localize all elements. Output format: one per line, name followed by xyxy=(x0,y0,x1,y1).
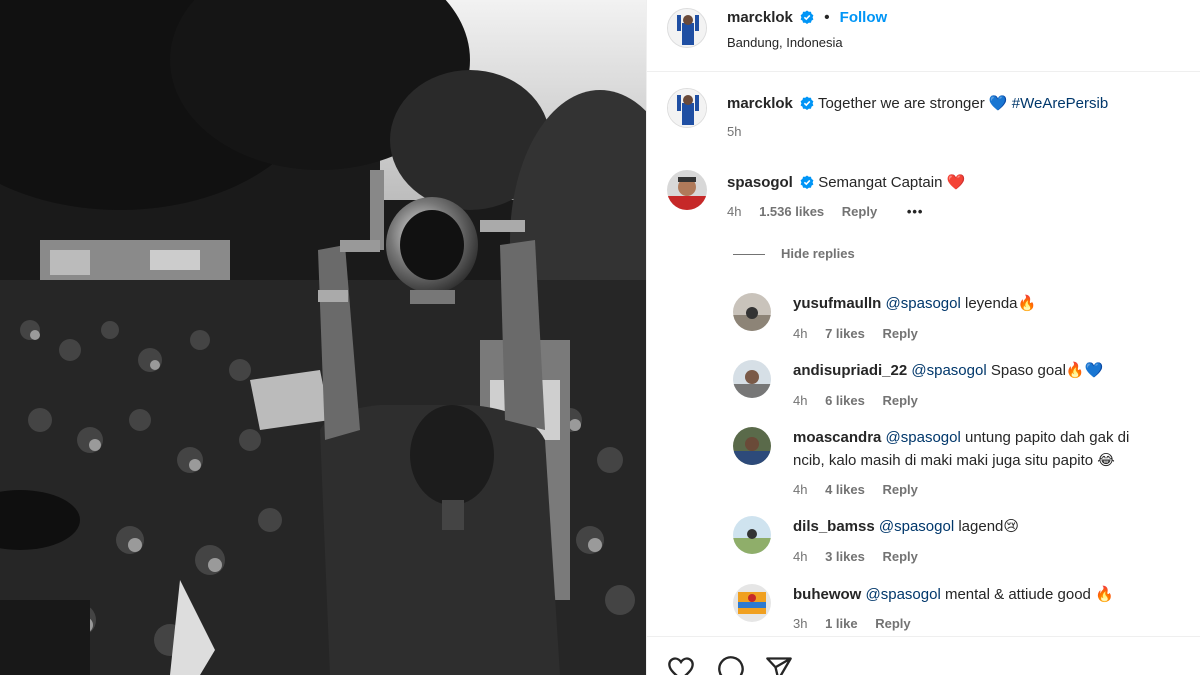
reply-mention[interactable]: @spasogol xyxy=(911,362,986,379)
reply-avatar[interactable] xyxy=(733,516,771,554)
caption-avatar-image xyxy=(668,89,706,127)
comment-username[interactable]: spasogol xyxy=(727,174,793,191)
comment-meta: 4h 1.536 likes Reply ••• xyxy=(727,204,937,219)
reply-time[interactable]: 4h xyxy=(793,549,807,564)
reply-text: mental & attiude good 🔥 xyxy=(944,586,1114,603)
comment-icon[interactable] xyxy=(717,655,745,675)
comment-more-options-button[interactable]: ••• xyxy=(907,204,924,219)
separator-dot: • xyxy=(824,9,830,26)
reply-likes[interactable]: 1 like xyxy=(825,616,858,631)
hide-replies-button[interactable]: Hide replies xyxy=(733,246,855,261)
reply-avatar[interactable] xyxy=(733,293,771,331)
reply-meta: 4h 3 likes Reply xyxy=(793,549,932,564)
follow-button[interactable]: Follow xyxy=(840,9,888,26)
reply-time[interactable]: 4h xyxy=(793,482,807,497)
post-caption: marcklok Together we are stronger 💙 #WeA… xyxy=(727,94,1108,114)
verified-badge-icon xyxy=(800,175,814,189)
reply: andisupriadi_22 @spasogol Spaso goal🔥💙 xyxy=(793,361,1103,381)
comment-reply-button[interactable]: Reply xyxy=(842,204,877,219)
replies-divider-bar xyxy=(733,254,765,256)
caption-author-avatar[interactable] xyxy=(667,88,707,128)
reply-mention[interactable]: @spasogol xyxy=(879,518,954,535)
reply-text: untung papito dah gak di xyxy=(965,429,1130,446)
post-header: marcklok • Follow Bandung, Indonesia xyxy=(647,0,1200,72)
comment-avatar-image xyxy=(667,170,707,210)
reply-meta: 4h 7 likes Reply xyxy=(793,326,932,341)
reply-reply-button[interactable]: Reply xyxy=(882,326,917,341)
reply-mention[interactable]: @spasogol xyxy=(866,586,941,603)
reply-text: lagend😢 xyxy=(958,518,1020,535)
reply-avatar[interactable] xyxy=(733,427,771,465)
reply-username[interactable]: dils_bamss xyxy=(793,518,875,535)
reply-avatar[interactable] xyxy=(733,360,771,398)
reply-text: Spaso goal🔥💙 xyxy=(990,362,1104,379)
post-side-panel: marcklok • Follow Bandung, Indonesia mar… xyxy=(646,0,1200,675)
author-avatar-image xyxy=(668,9,706,47)
reply-avatar-image xyxy=(733,293,771,331)
author-username[interactable]: marcklok xyxy=(727,9,793,26)
reply-likes[interactable]: 7 likes xyxy=(825,326,865,341)
reply: yusufmaulln @spasogol leyenda🔥 xyxy=(793,294,1036,314)
reply-reply-button[interactable]: Reply xyxy=(882,482,917,497)
post-location[interactable]: Bandung, Indonesia xyxy=(727,35,843,50)
reply-avatar-image xyxy=(733,427,771,465)
reply-username[interactable]: moascandra xyxy=(793,429,881,446)
reply-mention[interactable]: @spasogol xyxy=(886,429,961,446)
reply-reply-button[interactable]: Reply xyxy=(882,393,917,408)
comment-time[interactable]: 4h xyxy=(727,204,741,219)
heart-icon[interactable] xyxy=(667,655,695,675)
hide-replies-label: Hide replies xyxy=(781,246,855,261)
reply-meta: 4h 4 likes Reply xyxy=(793,482,932,497)
comment-text: Semangat Captain xyxy=(818,174,943,191)
caption-hashtag[interactable]: #WeArePersib xyxy=(1012,95,1108,112)
reply-avatar-image xyxy=(733,584,771,622)
reply-meta: 4h 6 likes Reply xyxy=(793,393,932,408)
comment-emoji: ❤️ xyxy=(946,174,966,191)
reply-time[interactable]: 4h xyxy=(793,393,807,408)
reply-text-continued: ncib, kalo masih di maki maki juga situ … xyxy=(793,451,1115,471)
reply-avatar[interactable] xyxy=(733,584,771,622)
reply-meta: 3h 1 like Reply xyxy=(793,616,925,631)
post-photo-image xyxy=(0,0,646,675)
comment-likes[interactable]: 1.536 likes xyxy=(759,204,824,219)
post-actions-bar xyxy=(647,636,1200,675)
verified-badge-icon xyxy=(800,96,814,110)
reply-avatar-image xyxy=(733,516,771,554)
reply-likes[interactable]: 3 likes xyxy=(825,549,865,564)
reply-likes[interactable]: 6 likes xyxy=(825,393,865,408)
reply-time[interactable]: 4h xyxy=(793,326,807,341)
reply: moascandra @spasogol untung papito dah g… xyxy=(793,428,1129,448)
reply: buhewow @spasogol mental & attiude good … xyxy=(793,585,1114,605)
author-line: marcklok • Follow xyxy=(727,9,887,26)
post-photo[interactable] xyxy=(0,0,646,675)
comment-avatar[interactable] xyxy=(667,170,707,210)
share-icon[interactable] xyxy=(765,655,793,675)
caption-meta: 5h xyxy=(727,124,755,139)
caption-emoji: 💙 xyxy=(988,95,1008,112)
caption-text: Together we are stronger xyxy=(817,95,985,112)
reply-text-line-2: ncib, kalo masih di maki maki juga situ … xyxy=(793,452,1115,469)
reply-time[interactable]: 3h xyxy=(793,616,807,631)
verified-badge-icon xyxy=(800,10,814,24)
reply: dils_bamss @spasogol lagend😢 xyxy=(793,517,1019,537)
reply-username[interactable]: yusufmaulln xyxy=(793,295,881,312)
comment: spasogol Semangat Captain ❤️ xyxy=(727,173,965,193)
reply-mention[interactable]: @spasogol xyxy=(886,295,961,312)
reply-reply-button[interactable]: Reply xyxy=(875,616,910,631)
reply-username[interactable]: andisupriadi_22 xyxy=(793,362,907,379)
reply-avatar-image xyxy=(733,360,771,398)
reply-reply-button[interactable]: Reply xyxy=(882,549,917,564)
caption-time[interactable]: 5h xyxy=(727,124,741,139)
reply-username[interactable]: buhewow xyxy=(793,586,861,603)
caption-username[interactable]: marcklok xyxy=(727,95,793,112)
reply-likes[interactable]: 4 likes xyxy=(825,482,865,497)
reply-text: leyenda🔥 xyxy=(964,295,1037,312)
author-avatar[interactable] xyxy=(667,8,707,48)
